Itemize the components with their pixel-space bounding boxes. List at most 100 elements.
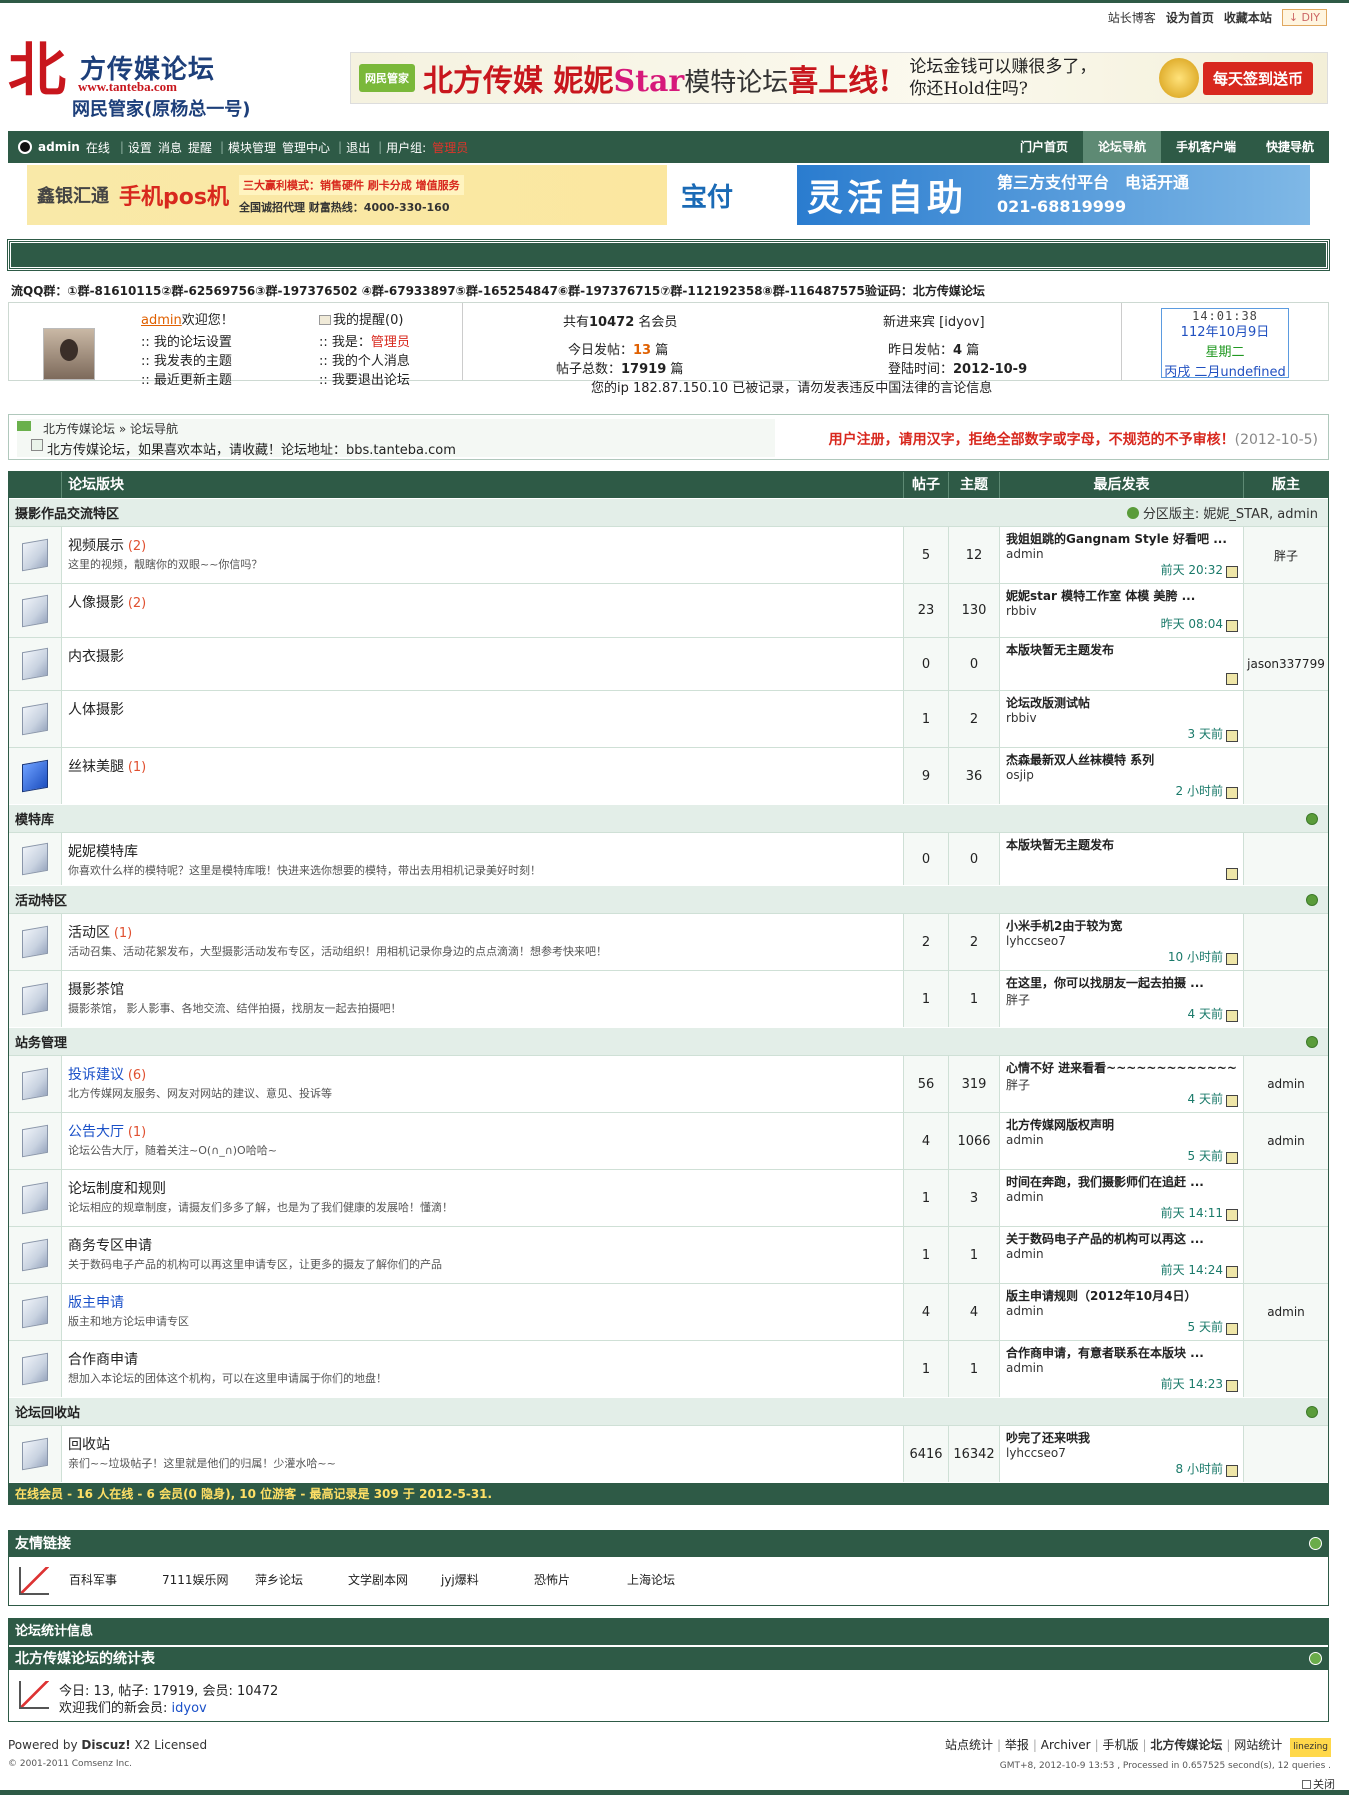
last-post-user[interactable]: admin	[1006, 1361, 1237, 1375]
banner-signin-button[interactable]: 每天签到送币	[1202, 61, 1313, 95]
last-post-title[interactable]: 吵完了还来哄我	[1006, 1429, 1237, 1446]
pos-ad[interactable]: 鑫银汇通 手机pos机 三大赢利模式：销售硬件 刷卡分成 增值服务 全国诚招代理…	[27, 165, 667, 225]
category-header[interactable]: 站务管理	[9, 1027, 1328, 1055]
goto-last-post-icon[interactable]	[1226, 1465, 1238, 1477]
forum-moderator[interactable]: admin	[1244, 1056, 1328, 1112]
link-reminders[interactable]: 我的提醒(0)	[333, 313, 403, 328]
goto-last-post-icon[interactable]	[1226, 1209, 1238, 1221]
discuz-link[interactable]: Discuz!	[81, 1738, 130, 1752]
forum-moderator[interactable]: admin	[1244, 1284, 1328, 1340]
link-my-settings[interactable]: :: 我的论坛设置	[141, 335, 232, 350]
last-post-user[interactable]: rbbiv	[1006, 711, 1237, 725]
forum-moderator[interactable]: jason337799	[1244, 638, 1328, 690]
baofoo-ad[interactable]: 宝付 灵活自助 第三方支付平台 电话开通 021-68819999	[667, 165, 1310, 225]
link-my-messages[interactable]: :: 我的个人消息	[319, 354, 410, 369]
last-post-user[interactable]: admin	[1006, 1133, 1237, 1147]
forum-name[interactable]: 人体摄影	[68, 702, 124, 718]
friend-link[interactable]: 恐怖片	[534, 1571, 627, 1588]
goto-last-post-icon[interactable]	[1226, 1152, 1238, 1164]
nav-portal[interactable]: 门户首页	[1005, 131, 1083, 163]
category-header[interactable]: 摄影作品交流特区 分区版主: 妮妮_STAR, admin	[9, 498, 1328, 526]
last-post-time[interactable]: 4 天前	[1188, 1005, 1223, 1022]
ad-strip[interactable]: 鑫银汇通 手机pos机 三大赢利模式：销售硬件 刷卡分成 增值服务 全国诚招代理…	[27, 165, 1310, 225]
nav-module-manage[interactable]: 模块管理	[228, 139, 276, 156]
goto-last-post-icon[interactable]	[1226, 620, 1238, 632]
collapse-icon[interactable]	[1306, 813, 1318, 825]
category-title[interactable]: 论坛回收站	[15, 1402, 80, 1421]
forum-moderator[interactable]	[1244, 1426, 1328, 1482]
forum-moderator[interactable]: admin	[1244, 1113, 1328, 1169]
linezing-badge[interactable]: linezing	[1290, 1738, 1331, 1757]
collapse-icon[interactable]	[1309, 1652, 1322, 1665]
forum-moderator[interactable]	[1244, 1170, 1328, 1226]
forum-name[interactable]: 人像摄影	[68, 595, 124, 611]
last-post-user[interactable]: admin	[1006, 547, 1237, 561]
link-my-threads[interactable]: :: 我发表的主题	[141, 354, 232, 369]
last-post-time[interactable]: 10 小时前	[1168, 948, 1223, 965]
last-post-time[interactable]: 前天 14:23	[1161, 1375, 1223, 1392]
friend-link[interactable]: 萍乡论坛	[255, 1571, 348, 1588]
nav-username[interactable]: admin	[38, 140, 80, 154]
goto-last-post-icon[interactable]	[1226, 868, 1238, 880]
forum-name[interactable]: 回收站	[68, 1437, 110, 1453]
role-value[interactable]: 管理员	[371, 335, 410, 350]
avatar[interactable]	[43, 328, 95, 380]
friend-link[interactable]: 百科军事	[69, 1571, 162, 1588]
last-post-user[interactable]: lyhccseo7	[1006, 934, 1237, 948]
goto-last-post-icon[interactable]	[1226, 673, 1238, 685]
forum-moderator[interactable]	[1244, 1341, 1328, 1397]
breadcrumb[interactable]: 北方传媒论坛 » 论坛导航	[43, 420, 178, 437]
forum-name[interactable]: 内衣摄影	[68, 649, 124, 665]
last-post-time[interactable]: 8 小时前	[1176, 1460, 1223, 1477]
welcome-username[interactable]: admin	[141, 313, 182, 328]
last-post-title[interactable]: 北方传媒网版权声明	[1006, 1116, 1237, 1133]
nav-messages[interactable]: 消息	[158, 139, 182, 156]
last-post-title[interactable]: 妮妮star 模特工作室 体模 美胯 ...	[1006, 587, 1237, 604]
goto-last-post-icon[interactable]	[1226, 1010, 1238, 1022]
collapse-icon[interactable]	[1306, 894, 1318, 906]
category-title[interactable]: 模特库	[15, 809, 54, 828]
last-post-title[interactable]: 论坛改版测试帖	[1006, 694, 1237, 711]
link-recent-threads[interactable]: :: 最近更新主题	[141, 373, 232, 388]
last-post-title[interactable]: 我姐姐跳的Gangnam Style 好看吧 ...	[1006, 530, 1237, 547]
last-post-user[interactable]: admin	[1006, 1304, 1237, 1318]
collapse-icon[interactable]	[1309, 1537, 1322, 1550]
nav-forum-guide[interactable]: 论坛导航	[1082, 131, 1161, 163]
last-post-title[interactable]: 合作商申请，有意者联系在本版块 ...	[1006, 1344, 1237, 1361]
last-post-title[interactable]: 版主申请规则（2012年10月4日）	[1006, 1287, 1237, 1304]
forum-name[interactable]: 合作商申请	[68, 1352, 138, 1368]
friend-link[interactable]: jyj爆料	[441, 1571, 534, 1588]
goto-last-post-icon[interactable]	[1226, 1095, 1238, 1107]
category-header[interactable]: 模特库	[9, 804, 1328, 832]
last-post-user[interactable]: admin	[1006, 1190, 1237, 1204]
goto-last-post-icon[interactable]	[1226, 787, 1238, 799]
last-post-time[interactable]: 4 天前	[1188, 1090, 1223, 1107]
category-title[interactable]: 摄影作品交流特区	[15, 503, 119, 522]
nav-settings[interactable]: 设置	[128, 139, 152, 156]
forum-name[interactable]: 摄影茶馆	[68, 982, 124, 998]
last-post-time[interactable]: 2 小时前	[1176, 782, 1223, 799]
collapse-icon[interactable]	[1306, 1406, 1318, 1418]
forum-name[interactable]: 商务专区申请	[68, 1238, 152, 1254]
online-members[interactable]: 在线会员 - 16 人在线 - 6 会员(0 隐身), 10 位游客 - 最高记…	[9, 1482, 1328, 1504]
category-header[interactable]: 论坛回收站	[9, 1397, 1328, 1425]
goto-last-post-icon[interactable]	[1226, 1323, 1238, 1335]
last-post-time[interactable]: 前天 14:11	[1161, 1204, 1223, 1221]
nav-logout[interactable]: 退出	[346, 139, 370, 156]
site-logo[interactable]: 北 方传媒论坛 www.tanteba.com 网民管家(原杨总一号)	[8, 41, 258, 120]
new-member-link[interactable]: idyov	[172, 1701, 207, 1716]
toplink-set-homepage[interactable]: 设为首页	[1166, 9, 1214, 26]
forum-name[interactable]: 投诉建议	[68, 1067, 124, 1083]
forum-moderator[interactable]: 胖子	[1244, 527, 1328, 583]
last-post-user[interactable]: osjip	[1006, 768, 1237, 782]
diy-button[interactable]: ↓ DIY	[1281, 9, 1327, 26]
forum-moderator[interactable]	[1244, 914, 1328, 970]
nav-group[interactable]: 管理员	[432, 139, 468, 156]
category-title[interactable]: 站务管理	[15, 1032, 67, 1051]
category-title[interactable]: 活动特区	[15, 890, 67, 909]
last-post-title[interactable]: 本版块暂无主题发布	[1006, 641, 1237, 658]
forum-moderator[interactable]	[1244, 584, 1328, 637]
toplink-blog[interactable]: 站长博客	[1108, 9, 1156, 26]
nav-mobile-client[interactable]: 手机客户端	[1161, 131, 1251, 163]
forum-name[interactable]: 活动区	[68, 925, 110, 941]
